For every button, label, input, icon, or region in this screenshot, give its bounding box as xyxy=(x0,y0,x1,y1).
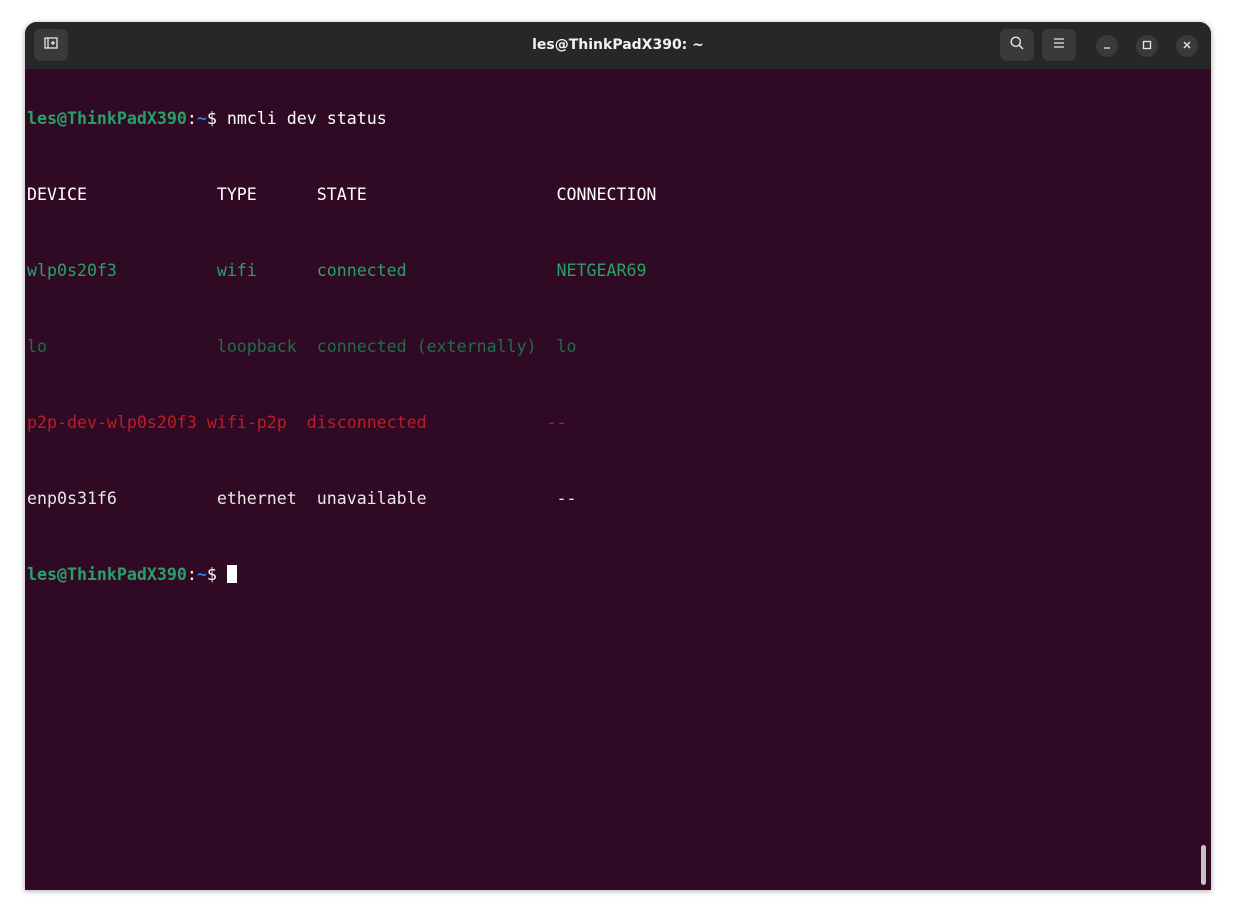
maximize-button[interactable] xyxy=(1136,35,1158,57)
device-name: lo xyxy=(27,337,197,356)
prompt-path: ~ xyxy=(197,565,207,584)
device-connection: NETGEAR69 xyxy=(557,261,647,280)
command-text: nmcli dev status xyxy=(227,109,387,128)
device-connection: -- xyxy=(557,489,577,508)
device-name: p2p-dev-wlp0s20f3 xyxy=(27,413,197,432)
close-icon xyxy=(1182,37,1192,55)
device-name: wlp0s20f3 xyxy=(27,261,197,280)
device-name: enp0s31f6 xyxy=(27,489,197,508)
maximize-icon xyxy=(1142,37,1152,55)
search-button[interactable] xyxy=(1000,29,1034,61)
table-row: lo loopback connected (externally) lo xyxy=(27,337,656,356)
device-type: wifi-p2p xyxy=(197,413,307,432)
search-icon xyxy=(1009,35,1025,56)
table-row: p2p-dev-wlp0s20f3 wifi-p2p disconnected … xyxy=(27,413,656,432)
title-bar[interactable]: les@ThinkPadX390: ~ xyxy=(25,22,1211,69)
menu-button[interactable] xyxy=(1042,29,1076,61)
prompt-symbol: $ xyxy=(207,565,227,584)
hamburger-menu-icon xyxy=(1051,35,1067,56)
terminal-output[interactable]: les@ThinkPadX390:~$ nmcli dev status DEV… xyxy=(27,71,656,622)
device-connection: -- xyxy=(547,413,567,432)
minimize-button[interactable] xyxy=(1096,35,1118,57)
prompt-path: ~ xyxy=(197,109,207,128)
device-state: connected (externally) xyxy=(317,337,557,356)
device-type: loopback xyxy=(217,337,317,356)
text-cursor xyxy=(227,565,237,583)
close-button[interactable] xyxy=(1176,35,1198,57)
prompt-symbol: $ xyxy=(207,109,227,128)
header-device: DEVICE xyxy=(27,185,197,204)
device-connection: lo xyxy=(557,337,577,356)
device-type: wifi xyxy=(217,261,317,280)
header-type: TYPE xyxy=(217,185,317,204)
device-state: disconnected xyxy=(307,413,547,432)
new-tab-icon xyxy=(43,35,59,56)
device-state: unavailable xyxy=(317,489,557,508)
command-line: les@ThinkPadX390:~$ nmcli dev status xyxy=(27,109,656,128)
device-state: connected xyxy=(317,261,557,280)
new-tab-button[interactable] xyxy=(34,29,68,61)
prompt-separator: : xyxy=(187,565,197,584)
prompt-line: les@ThinkPadX390:~$ xyxy=(27,565,656,584)
prompt-user-host: les@ThinkPadX390 xyxy=(27,565,187,584)
table-row: enp0s31f6 ethernet unavailable -- xyxy=(27,489,656,508)
header-connection: CONNECTION xyxy=(557,185,657,204)
minimize-icon xyxy=(1102,37,1112,55)
device-type: ethernet xyxy=(217,489,317,508)
header-state: STATE xyxy=(317,185,557,204)
prompt-separator: : xyxy=(187,109,197,128)
table-row: wlp0s20f3 wifi connected NETGEAR69 xyxy=(27,261,656,280)
table-header-row: DEVICE TYPE STATE CONNECTION xyxy=(27,185,656,204)
terminal-window: les@ThinkPadX390: ~ xyxy=(25,22,1211,890)
scrollbar-thumb[interactable] xyxy=(1201,845,1206,885)
prompt-user-host: les@ThinkPadX390 xyxy=(27,109,187,128)
